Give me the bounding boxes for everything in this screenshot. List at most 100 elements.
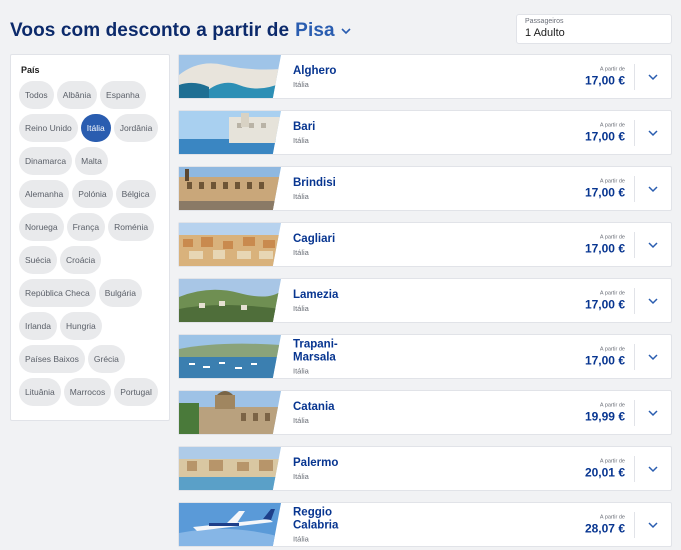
country-filter-title: País <box>21 65 40 75</box>
price-from-label: A partir de <box>599 178 625 184</box>
destination-name: Palermo <box>293 456 339 469</box>
destination-country: Itália <box>293 135 309 145</box>
destination-image <box>179 503 281 546</box>
destination-country: Itália <box>293 415 309 425</box>
chevron-down-icon[interactable] <box>647 71 659 83</box>
chevron-down-icon[interactable] <box>647 239 659 251</box>
price-block: A partir de 17,00 € <box>585 122 625 143</box>
country-chip[interactable]: Jordânia <box>113 114 159 142</box>
chevron-down-icon[interactable] <box>340 25 352 37</box>
destination-country: Itália <box>293 79 309 89</box>
destination-country: Itália <box>293 191 309 201</box>
destination-image <box>179 55 281 98</box>
card-divider <box>634 400 635 426</box>
price-block: A partir de 19,99 € <box>585 402 625 423</box>
passengers-selector[interactable]: Passageiros 1 Adulto <box>516 14 672 44</box>
card-divider <box>634 176 635 202</box>
price-from-label: A partir de <box>599 66 625 72</box>
origin-city-selector[interactable]: Pisa <box>295 20 335 42</box>
chevron-down-icon[interactable] <box>647 295 659 307</box>
destination-image <box>179 447 281 490</box>
destination-name: Cagliari <box>293 232 336 245</box>
country-chip[interactable]: Irlanda <box>19 312 57 340</box>
price-amount: 17,00 € <box>584 297 625 311</box>
country-chip[interactable]: Albânia <box>56 81 98 109</box>
price-from-label: A partir de <box>599 458 625 464</box>
country-chip[interactable]: República Checa <box>19 279 96 307</box>
country-chip[interactable]: Malta <box>75 147 108 175</box>
country-chip[interactable]: Roménia <box>108 213 155 241</box>
price-amount: 17,00 € <box>584 185 625 199</box>
country-chip[interactable]: Bélgica <box>115 180 156 208</box>
country-chip[interactable]: França <box>66 213 106 241</box>
flight-card[interactable]: Lamezia Itália A partir de 17,00 € <box>178 278 672 323</box>
country-chip[interactable]: Noruega <box>19 213 64 241</box>
price-block: A partir de 17,00 € <box>585 290 625 311</box>
destination-info: Reggio Calabria Itália <box>293 506 338 543</box>
card-divider <box>634 344 635 370</box>
destination-info: Trapani- Marsala Itália <box>293 338 338 375</box>
country-chip[interactable]: Dinamarca <box>19 147 73 175</box>
chevron-down-icon[interactable] <box>647 463 659 475</box>
destination-image <box>179 391 281 434</box>
flight-card[interactable]: Reggio Calabria Itália A partir de 28,07 € <box>178 502 672 547</box>
destination-info: Lamezia Itália <box>293 289 338 313</box>
chevron-down-icon[interactable] <box>647 407 659 419</box>
price-from-label: A partir de <box>599 402 625 408</box>
price-amount: 20,01 € <box>584 465 625 479</box>
country-chip[interactable]: Hungria <box>60 312 102 340</box>
country-chip[interactable]: Alemanha <box>19 180 70 208</box>
country-chip[interactable]: Grécia <box>87 345 125 373</box>
country-chip[interactable]: Lituânia <box>19 378 61 406</box>
price-amount: 19,99 € <box>584 409 625 423</box>
destination-country: Itália <box>293 534 309 543</box>
price-from-label: A partir de <box>599 122 625 128</box>
flight-card[interactable]: Palermo Itália A partir de 20,01 € <box>178 446 672 491</box>
chevron-down-icon[interactable] <box>647 127 659 139</box>
country-chip[interactable]: Suécia <box>19 246 57 274</box>
card-divider <box>634 232 635 258</box>
country-chip[interactable]: Bulgária <box>98 279 142 307</box>
chevron-down-icon[interactable] <box>647 519 659 531</box>
chevron-down-icon[interactable] <box>647 351 659 363</box>
page-title-prefix: Voos com desconto a partir de <box>10 20 290 41</box>
flight-list: Alghero Itália A partir de 17,00 € Bari Itáli… <box>178 54 672 550</box>
country-chip[interactable]: Itália <box>80 114 111 142</box>
destination-name: Lamezia <box>293 288 339 301</box>
flight-card[interactable]: Alghero Itália A partir de 17,00 € <box>178 54 672 99</box>
country-chip[interactable]: Países Baixos <box>19 345 85 373</box>
destination-name: Catania <box>293 400 335 413</box>
destination-image <box>179 223 281 266</box>
price-block: A partir de 20,01 € <box>585 458 625 479</box>
price-block: A partir de 17,00 € <box>585 234 625 255</box>
card-divider <box>634 456 635 482</box>
country-chip[interactable]: Polónia <box>72 180 113 208</box>
country-chip[interactable]: Marrocos <box>63 378 112 406</box>
page-title: Voos com desconto a partir de Pisa <box>10 20 352 42</box>
country-chip[interactable]: Espanha <box>100 81 146 109</box>
country-chip[interactable]: Reino Unido <box>19 114 78 142</box>
card-divider <box>634 120 635 146</box>
price-amount: 17,00 € <box>584 241 625 255</box>
chevron-down-icon[interactable] <box>647 183 659 195</box>
destination-info: Brindisi Itália <box>293 177 336 201</box>
destination-info: Palermo Itália <box>293 457 338 481</box>
destination-info: Bari Itália <box>293 121 315 145</box>
destination-name: Alghero <box>293 64 337 77</box>
flight-card[interactable]: Brindisi Itália A partir de 17,00 € <box>178 166 672 211</box>
flight-card[interactable]: Bari Itália A partir de 17,00 € <box>178 110 672 155</box>
country-chip[interactable]: Todos <box>19 81 54 109</box>
price-from-label: A partir de <box>599 234 625 240</box>
destination-name: Reggio Calabria <box>293 506 339 531</box>
destination-info: Cagliari Itália <box>293 233 335 257</box>
card-divider <box>634 64 635 90</box>
flight-card[interactable]: Trapani- Marsala Itália A partir de 17,00 € <box>178 334 672 379</box>
flight-card[interactable]: Cagliari Itália A partir de 17,00 € <box>178 222 672 267</box>
country-chip[interactable]: Croácia <box>60 246 102 274</box>
price-amount: 17,00 € <box>584 73 625 87</box>
flight-card[interactable]: Catania Itália A partir de 19,99 € <box>178 390 672 435</box>
country-filter-panel: País Todos Albânia Espanha Reino Unido Itáli… <box>10 54 170 421</box>
country-chip[interactable]: Portugal <box>114 378 158 406</box>
price-block: A partir de 28,07 € <box>585 514 625 535</box>
price-amount: 17,00 € <box>584 129 625 143</box>
